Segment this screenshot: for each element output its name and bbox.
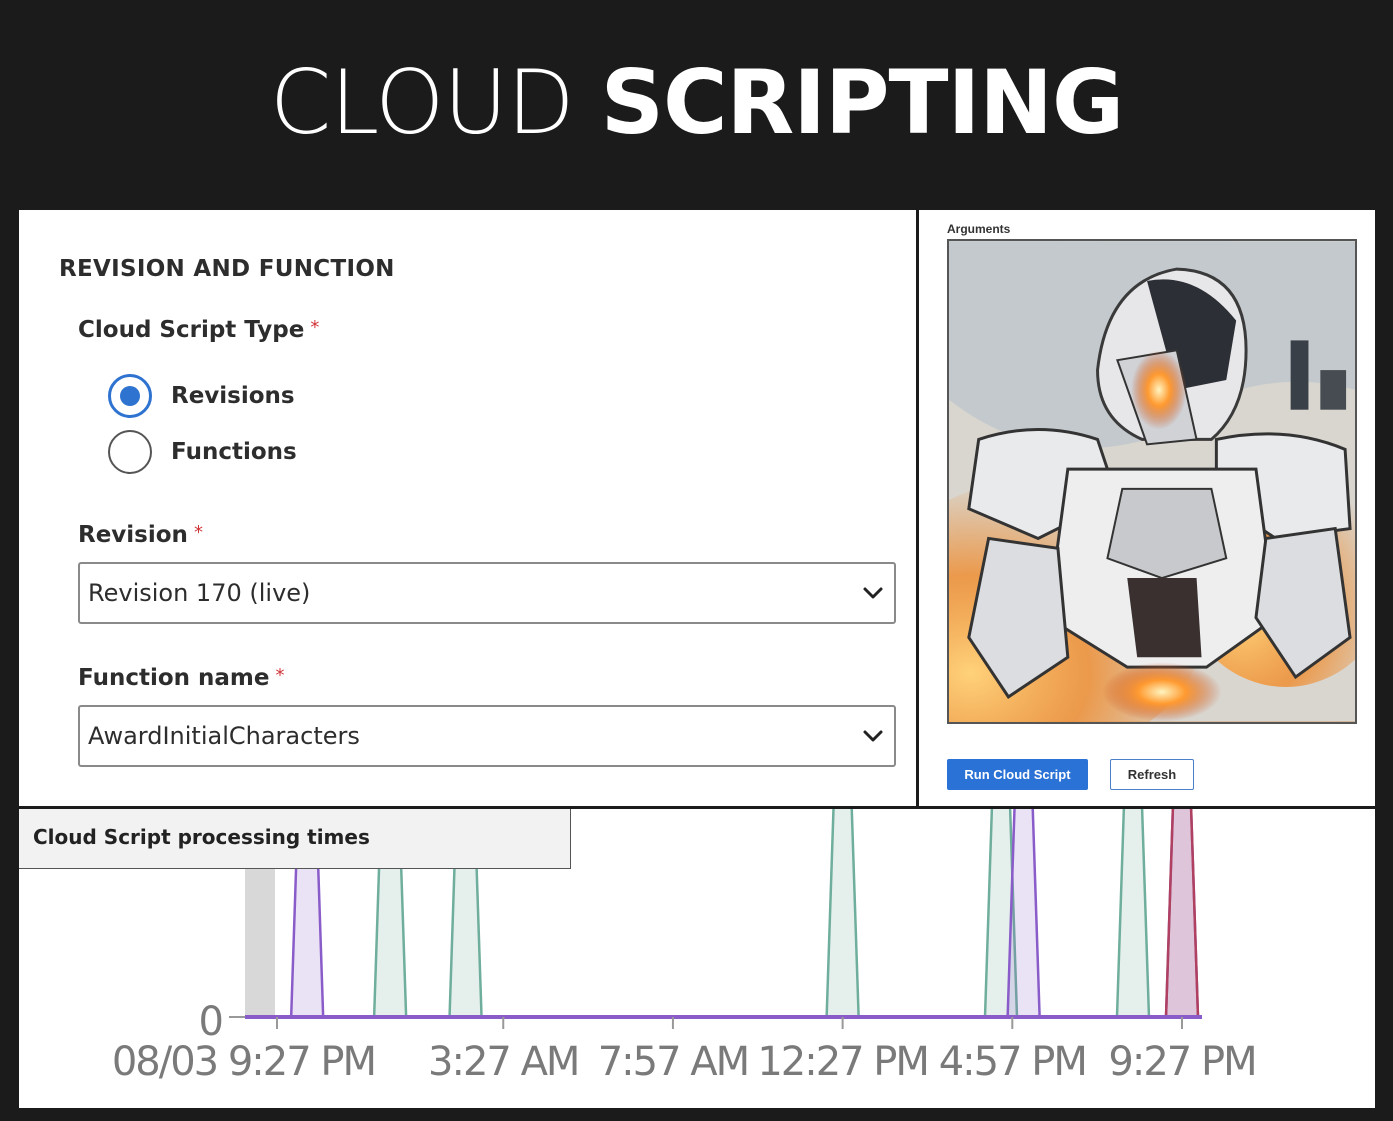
series-1-spike-1[interactable]	[1006, 809, 1041, 1019]
required-mark: *	[193, 522, 203, 543]
x-tick-label: 7:57 AM	[598, 1039, 748, 1085]
radio-button-unchecked[interactable]	[108, 430, 152, 474]
function-name-label: Function name *	[78, 665, 284, 691]
processing-times-chart-panel: 0 08/03 9:27 PM 3:27 AM 7:57 AM 12:27 PM 4:57…	[19, 809, 1375, 1108]
section-title: REVISION AND FUNCTION	[59, 256, 395, 282]
revision-label-text: Revision	[78, 522, 188, 548]
radio-button-checked[interactable]	[108, 374, 152, 418]
refresh-button[interactable]: Refresh	[1110, 759, 1194, 790]
arguments-label: Arguments	[947, 222, 1011, 236]
x-tick-label: 3:27 AM	[428, 1039, 578, 1085]
x-tick-label: 08/03 9:27 PM	[112, 1039, 375, 1085]
arguments-panel: Arguments Run Cloud Script Refresh	[919, 210, 1375, 806]
function-select-value: AwardInitialCharacters	[88, 722, 360, 750]
revision-select-value: Revision 170 (live)	[88, 579, 311, 607]
required-mark: *	[275, 665, 285, 686]
chart-header: Cloud Script processing times	[19, 809, 571, 869]
run-cloud-script-button[interactable]: Run Cloud Script	[947, 759, 1088, 790]
x-tick-label: 4:57 PM	[939, 1039, 1086, 1085]
chevron-down-icon[interactable]	[862, 725, 884, 747]
page-title: CLOUD SCRIPTING	[0, 48, 1393, 158]
series-0-spike-2[interactable]	[825, 809, 860, 1019]
required-mark: *	[310, 317, 320, 338]
revision-function-panel: REVISION AND FUNCTION Cloud Script Type *…	[19, 210, 916, 806]
type-label-text: Cloud Script Type	[78, 317, 305, 343]
robot-artwork-image	[947, 239, 1357, 724]
radio-label-revisions: Revisions	[171, 383, 295, 409]
radio-label-functions: Functions	[171, 439, 297, 465]
radio-functions[interactable]: Functions	[108, 430, 297, 474]
x-tick-label: 12:27 PM	[757, 1039, 928, 1085]
function-label-text: Function name	[78, 665, 270, 691]
title-light: CLOUD	[269, 51, 575, 154]
x-tick-label: 9:27 PM	[1108, 1039, 1255, 1085]
chart-title: Cloud Script processing times	[33, 825, 370, 849]
cloud-script-type-label: Cloud Script Type *	[78, 317, 319, 343]
function-select[interactable]: AwardInitialCharacters	[78, 705, 896, 767]
revision-label: Revision *	[78, 522, 203, 548]
series-2-spike-0[interactable]	[1164, 809, 1200, 1019]
revision-select[interactable]: Revision 170 (live)	[78, 562, 896, 624]
series-0-spike-4[interactable]	[1115, 809, 1151, 1019]
armored-robot-icon	[949, 241, 1355, 722]
radio-revisions[interactable]: Revisions	[108, 374, 295, 418]
title-bold: SCRIPTING	[600, 51, 1125, 154]
chevron-down-icon[interactable]	[862, 582, 884, 604]
